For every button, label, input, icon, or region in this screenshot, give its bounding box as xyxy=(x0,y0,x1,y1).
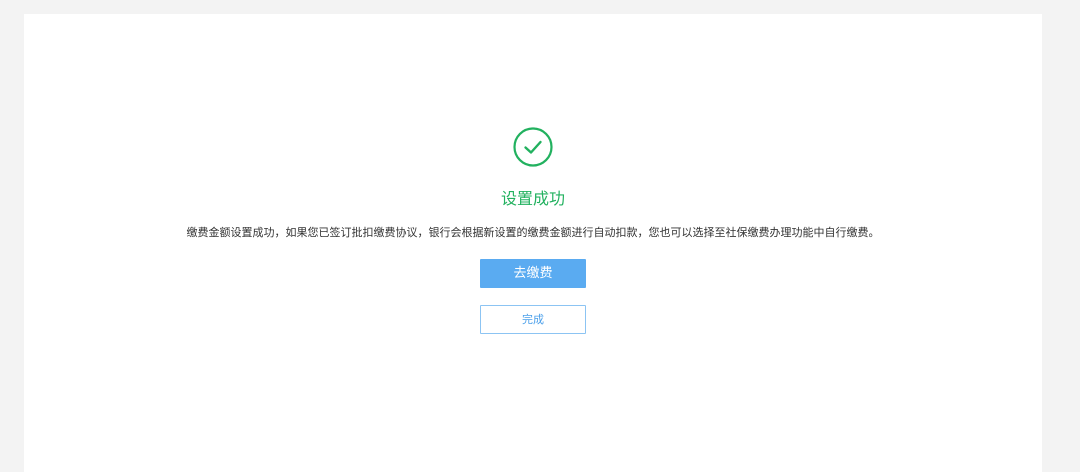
success-title: 设置成功 xyxy=(500,189,565,208)
page: 设置成功 缴费金额设置成功，如果您已签订批扣缴费协议，银行会根据新设置的缴费金额… xyxy=(0,0,1080,472)
done-button[interactable]: 完成 xyxy=(480,305,586,334)
result-card: 设置成功 缴费金额设置成功，如果您已签订批扣缴费协议，银行会根据新设置的缴费金额… xyxy=(24,14,1042,472)
check-circle-icon xyxy=(513,127,553,167)
go-pay-button[interactable]: 去缴费 xyxy=(480,259,586,288)
success-message: 缴费金额设置成功，如果您已签订批扣缴费协议，银行会根据新设置的缴费金额进行自动扣… xyxy=(186,226,880,239)
